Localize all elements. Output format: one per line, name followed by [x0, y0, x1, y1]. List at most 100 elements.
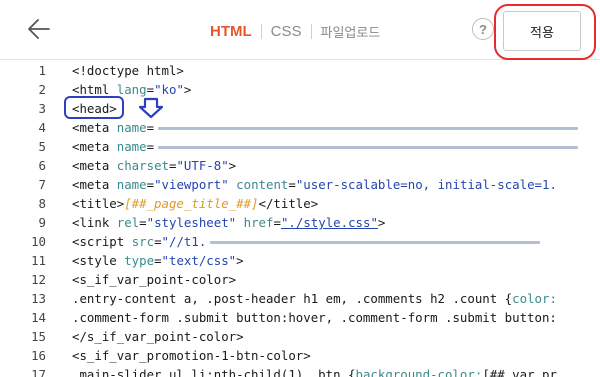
redacted-text — [210, 241, 541, 244]
code-text: <s_if_var_promotion-1-btn-color> — [72, 346, 311, 365]
code-token: name — [116, 120, 147, 135]
help-icon[interactable]: ? — [472, 18, 494, 40]
tab-html[interactable]: HTML — [210, 23, 252, 40]
line-number: 17 — [31, 367, 46, 377]
line-number: 4 — [38, 120, 46, 135]
tab-css[interactable]: CSS — [271, 23, 302, 40]
code-token: <!doctype html> — [72, 63, 184, 78]
line-number: 14 — [31, 310, 46, 325]
code-token: <script — [72, 234, 132, 249]
code-token: .comment-form .submit button:hover, .com… — [72, 310, 557, 325]
code-line[interactable]: 17 .main-slider ul li:nth-child(1) .btn {… — [0, 365, 600, 377]
code-text: <s_if_var_point-color> — [72, 270, 236, 289]
code-text: <!doctype html> — [72, 61, 184, 80]
line-number: 12 — [31, 272, 46, 287]
code-token: <meta — [72, 120, 117, 135]
code-token: = — [146, 120, 155, 135]
editor-toolbar: HTML CSS 파일업로드 ? 적용 — [0, 0, 600, 60]
head-highlight-annotation — [64, 96, 124, 119]
code-line[interactable]: 1 <!doctype html> — [0, 61, 600, 80]
line-number: 8 — [38, 196, 46, 211]
tab-file-upload[interactable]: 파일업로드 — [321, 22, 381, 41]
code-token: = — [273, 215, 281, 230]
code-text: <meta charset="UTF-8"> — [72, 156, 236, 175]
code-token: .entry-content a, .post-header h1 em, .c… — [72, 291, 513, 306]
code-line[interactable]: 9 <link rel="stylesheet" href="./style.cs… — [0, 213, 600, 232]
code-token: content — [236, 177, 289, 192]
code-token: = — [146, 139, 155, 154]
code-line[interactable]: 11 <style type="text/css"> — [0, 251, 600, 270]
code-token: > — [228, 158, 237, 173]
line-number: 1 — [38, 63, 46, 78]
code-line[interactable]: 13 .entry-content a, .post-header h1 em, … — [0, 289, 600, 308]
back-arrow-icon[interactable] — [22, 12, 56, 46]
code-line[interactable]: 5 <meta name= — [0, 137, 600, 156]
code-token: "viewport" — [154, 177, 229, 192]
line-number: 2 — [38, 82, 46, 97]
code-token: "text/css" — [161, 253, 237, 268]
code-text: .entry-content a, .post-header h1 em, .c… — [72, 289, 557, 308]
code-token: = — [154, 234, 162, 249]
line-number: 9 — [38, 215, 46, 230]
code-line[interactable]: 10 <script src="//t1. — [0, 232, 600, 251]
code-line[interactable]: 16 <s_if_var_promotion-1-btn-color> — [0, 346, 600, 365]
code-token: <style — [72, 253, 125, 268]
code-text: <link rel="stylesheet" href="./style.css… — [72, 213, 385, 232]
line-number: 13 — [31, 291, 46, 306]
code-token: type — [124, 253, 155, 268]
code-token: <title> — [72, 196, 125, 211]
code-token: color: — [512, 291, 557, 306]
code-token: = — [139, 215, 147, 230]
code-line[interactable]: 4 <meta name= — [0, 118, 600, 137]
code-text: .comment-form .submit button:hover, .com… — [72, 308, 557, 327]
code-token: name — [116, 177, 147, 192]
code-token: = — [154, 253, 162, 268]
line-number: 15 — [31, 329, 46, 344]
line-number: 3 — [38, 101, 46, 116]
code-token: = — [146, 177, 155, 192]
apply-button[interactable]: 적용 — [503, 11, 581, 51]
code-token: > — [377, 215, 386, 230]
code-text: <script src="//t1. — [72, 232, 541, 251]
code-line[interactable]: 15 </s_if_var_point-color> — [0, 327, 600, 346]
code-text: </s_if_var_point-color> — [72, 327, 244, 346]
code-line[interactable]: 7 <meta name="viewport" content="user-sca… — [0, 175, 600, 194]
code-token: background-color: — [355, 367, 483, 377]
code-token: <s_if_var_promotion-1-btn-color> — [72, 348, 311, 363]
code-text: <meta name= — [72, 118, 579, 137]
code-line[interactable]: 14 .comment-form .submit button:hover, .c… — [0, 308, 600, 327]
code-text: .main-slider ul li:nth-child(1) .btn {ba… — [72, 365, 557, 377]
code-token: <meta — [72, 158, 117, 173]
line-number: 5 — [38, 139, 46, 154]
code-token: href — [243, 215, 274, 230]
code-token: rel — [116, 215, 140, 230]
tab-divider — [260, 23, 262, 39]
redacted-text — [158, 127, 579, 130]
redacted-text — [158, 146, 579, 149]
code-line[interactable]: 8 <title>[##_page_title_##]</title> — [0, 194, 600, 213]
code-token: <link — [72, 215, 117, 230]
code-text: <meta name= — [72, 137, 579, 156]
code-token: <meta — [72, 139, 117, 154]
code-text: <meta name="viewport" content="user-scal… — [72, 175, 557, 194]
code-token: .main-slider ul li:nth-child(1) .btn { — [72, 367, 356, 377]
line-number: 7 — [38, 177, 46, 192]
code-token: "stylesheet" — [146, 215, 237, 230]
line-number: 11 — [31, 253, 46, 268]
code-line[interactable]: 12 <s_if_var_point-color> — [0, 270, 600, 289]
code-token: > — [183, 82, 192, 97]
code-token: <html — [72, 82, 117, 97]
code-editor[interactable]: 1 <!doctype html> 2 <html lang="ko"> 3 <head>… — [0, 61, 600, 377]
tab-divider — [310, 23, 312, 39]
code-token: <s_if_var_point-color> — [72, 272, 237, 287]
code-line[interactable]: 6 <meta charset="UTF-8"> — [0, 156, 600, 175]
code-token: src — [131, 234, 155, 249]
code-token: charset — [116, 158, 169, 173]
code-token: "UTF-8" — [176, 158, 229, 173]
code-token: </s_if_var_point-color> — [72, 329, 244, 344]
code-text: <title>[##_page_title_##]</title> — [72, 194, 318, 213]
code-token: <meta — [72, 177, 117, 192]
code-token: "user-scalable=no, initial-scale=1. — [295, 177, 557, 192]
code-token: lang — [116, 82, 147, 97]
line-number: 16 — [31, 348, 46, 363]
